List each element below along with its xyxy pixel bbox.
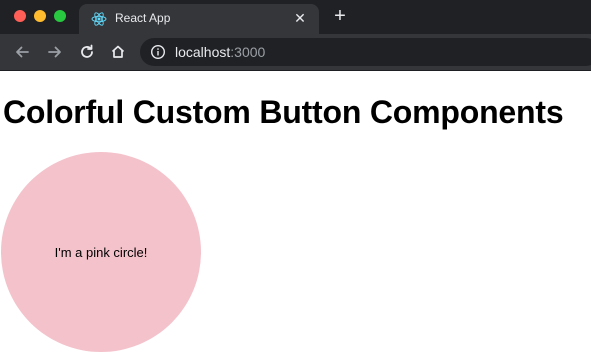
browser-toolbar: localhost:3000 (0, 34, 591, 71)
browser-tab[interactable]: React App ✕ (79, 4, 319, 34)
page-viewport: Colorful Custom Button Components I'm a … (0, 72, 591, 361)
back-arrow-icon[interactable] (11, 41, 33, 63)
maximize-window-button[interactable] (54, 10, 66, 22)
pink-circle-button[interactable]: I'm a pink circle! (1, 152, 201, 352)
url-text: localhost:3000 (175, 44, 265, 60)
address-bar[interactable]: localhost:3000 (140, 38, 591, 66)
minimize-window-button[interactable] (34, 10, 46, 22)
info-icon[interactable] (150, 44, 166, 60)
close-window-button[interactable] (14, 10, 26, 22)
url-host: localhost (175, 44, 231, 60)
react-logo-icon (91, 11, 107, 27)
plus-icon[interactable]: + (330, 6, 350, 27)
reload-icon[interactable] (76, 41, 98, 63)
forward-arrow-icon[interactable] (44, 41, 66, 63)
url-port: :3000 (230, 44, 266, 60)
close-icon[interactable]: ✕ (291, 9, 309, 27)
tab-title: React App (115, 11, 171, 25)
home-icon[interactable] (107, 41, 129, 63)
page-title: Colorful Custom Button Components (3, 94, 564, 130)
browser-titlebar: React App ✕ + (0, 0, 591, 34)
